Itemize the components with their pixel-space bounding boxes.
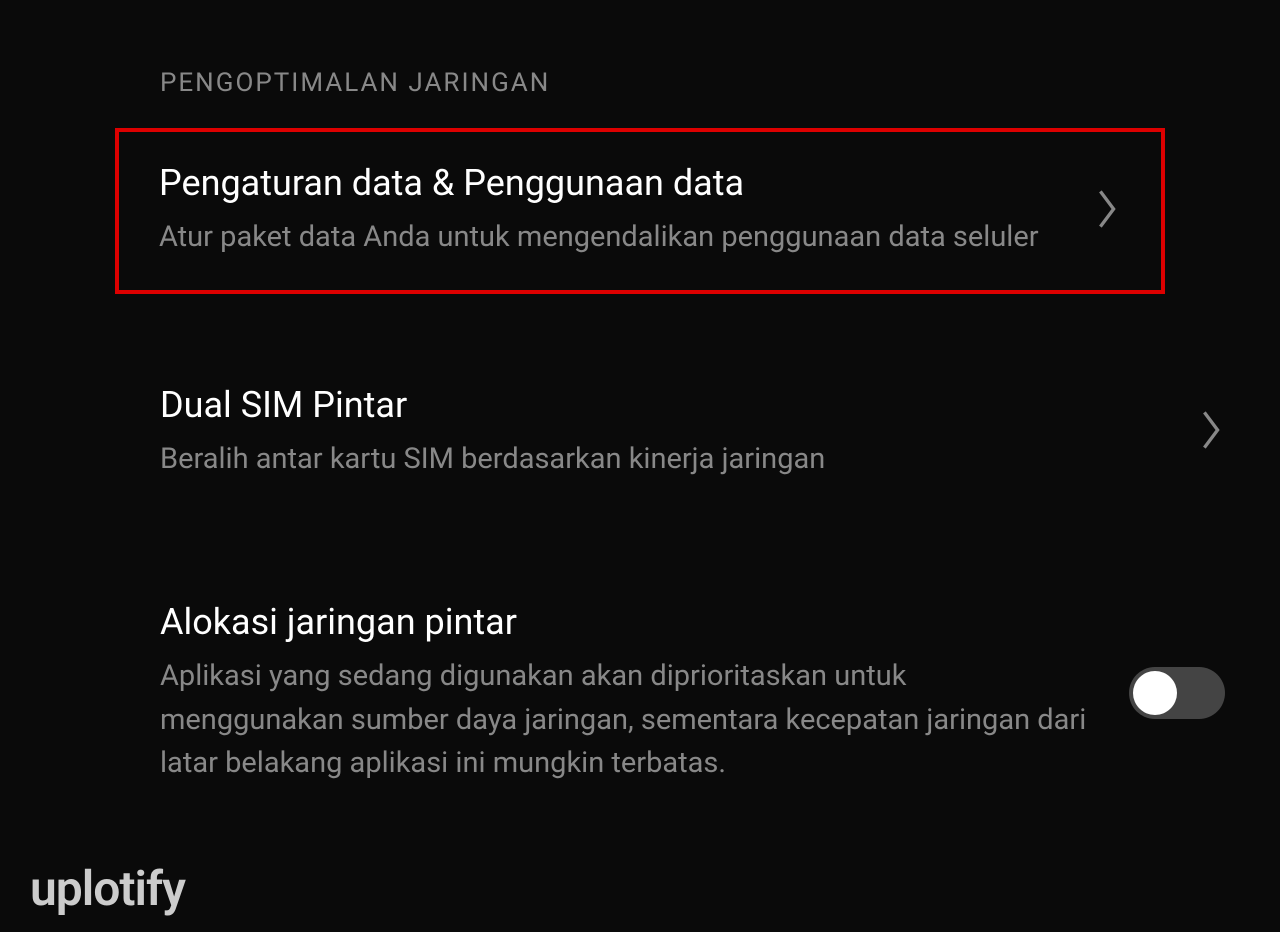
setting-item-dual-sim[interactable]: Dual SIM Pintar Beralih antar kartu SIM … [0, 354, 1280, 512]
setting-item-smart-allocation[interactable]: Alokasi jaringan pintar Aplikasi yang se… [0, 571, 1280, 816]
toggle-knob [1133, 671, 1177, 715]
setting-title: Pengaturan data & Penggunaan data [159, 162, 1053, 204]
setting-item-data-usage[interactable]: Pengaturan data & Penggunaan data Atur p… [115, 128, 1165, 294]
setting-description: Aplikasi yang sedang digunakan akan dipr… [160, 655, 1089, 786]
setting-title: Dual SIM Pintar [160, 384, 1157, 426]
setting-description: Beralih antar kartu SIM berdasarkan kine… [160, 438, 1157, 482]
chevron-right-icon [1197, 408, 1225, 456]
watermark: uplotify [30, 860, 185, 917]
chevron-right-icon [1093, 187, 1121, 235]
toggle-switch-smart-allocation[interactable] [1129, 667, 1225, 719]
setting-content: Pengaturan data & Penggunaan data Atur p… [159, 162, 1093, 260]
setting-content: Alokasi jaringan pintar Aplikasi yang se… [160, 601, 1129, 786]
setting-content: Dual SIM Pintar Beralih antar kartu SIM … [160, 384, 1197, 482]
section-header: PENGOPTIMALAN JARINGAN [0, 0, 1280, 128]
setting-title: Alokasi jaringan pintar [160, 601, 1089, 643]
setting-description: Atur paket data Anda untuk mengendalikan… [159, 216, 1053, 260]
